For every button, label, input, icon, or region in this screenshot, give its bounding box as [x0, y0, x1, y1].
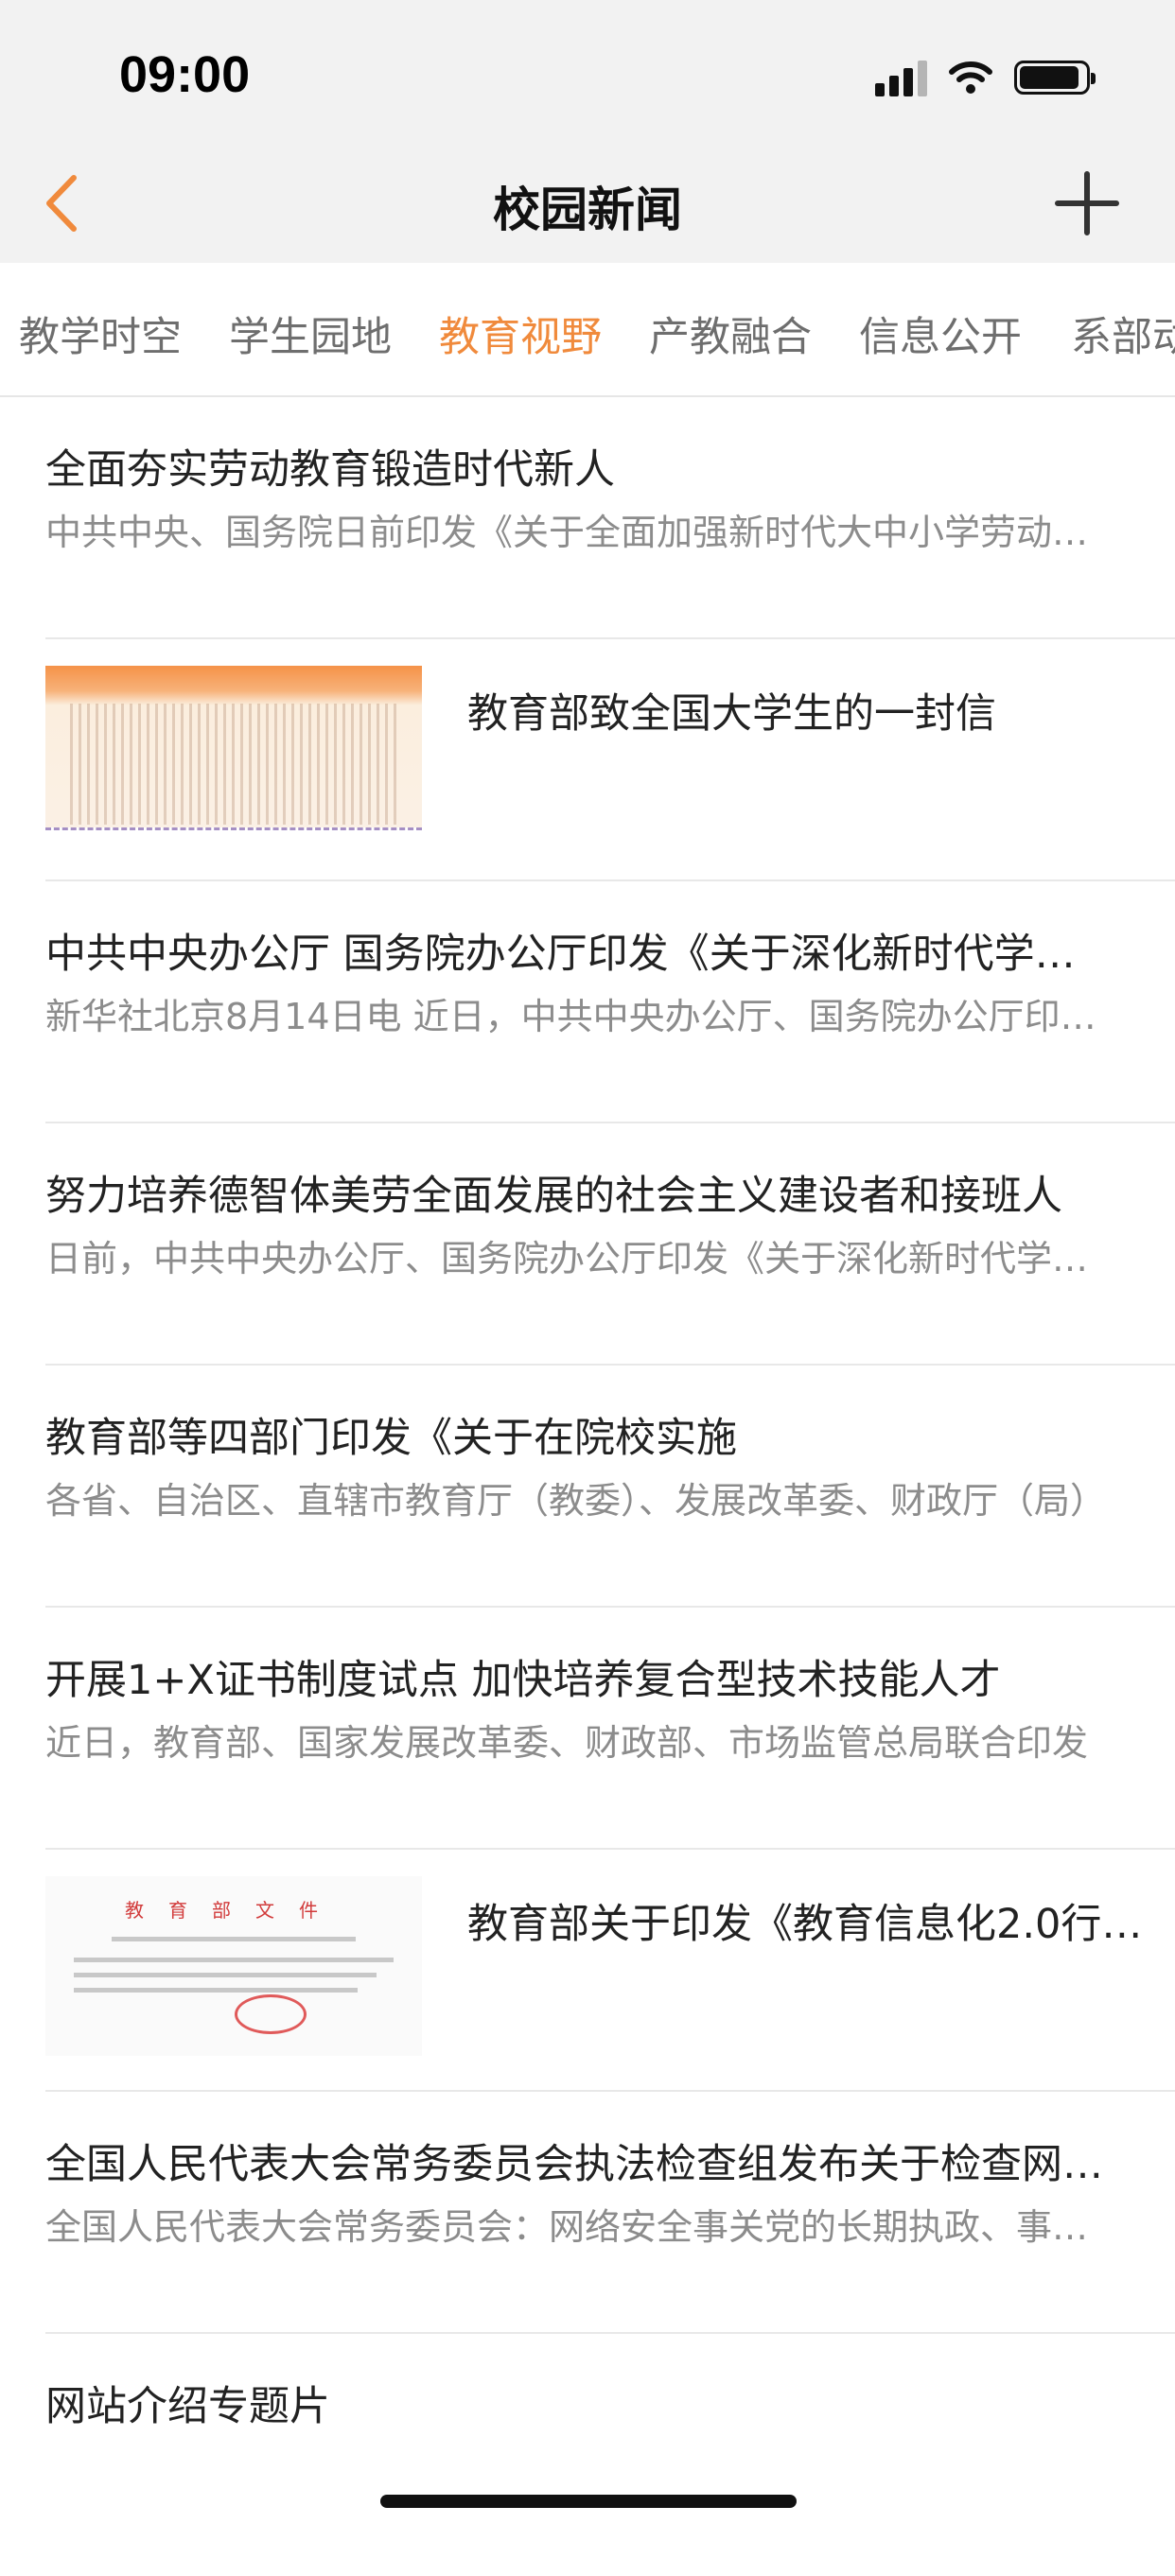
status-icons: [875, 57, 1096, 98]
tab-industry[interactable]: 产教融合: [649, 305, 812, 363]
add-button[interactable]: [1052, 168, 1122, 238]
news-item[interactable]: 全国人民代表大会常务委员会执法检查组发布关于检查网络安全法实施情况的报告 全国人…: [45, 2092, 1175, 2334]
news-item[interactable]: 教育部致全国大学生的一封信: [45, 639, 1175, 881]
battery-icon: [1014, 61, 1096, 95]
news-item[interactable]: 中共中央办公厅 国务院办公厅印发《关于深化新时代学校思想政治理论课改革创新的若干…: [45, 881, 1175, 1123]
cellular-signal-icon: [875, 59, 927, 96]
status-bar: 09:00: [0, 0, 1175, 151]
news-title: 网站介绍专题片: [45, 2383, 330, 2430]
home-indicator[interactable]: [380, 2495, 797, 2508]
news-summary: 近日，教育部、国家发展改革委、财政部、市场监管总局联合印发: [45, 1722, 1089, 1764]
plus-icon: [1055, 171, 1119, 235]
tab-department[interactable]: 系部动: [1071, 305, 1175, 363]
news-summary: 日前，中共中央办公厅、国务院办公厅印发《关于深化新时代学校思想政治理论课改革创新…: [45, 1238, 1113, 1279]
news-thumbnail: 教育部文件: [45, 1876, 422, 2056]
news-title: 努力培养德智体美劳全面发展的社会主义建设者和接班人: [45, 1173, 1062, 1220]
tab-student[interactable]: 学生园地: [229, 305, 392, 363]
news-item[interactable]: 教育部文件 教育部关于印发《教育信息化2.0行动计划》的通知: [45, 1850, 1175, 2092]
tab-education-vision[interactable]: 教育视野: [439, 305, 602, 363]
seal-icon: [235, 1994, 307, 2034]
news-title: 教育部致全国大学生的一封信: [467, 690, 996, 738]
news-title: 教育部等四部门印发《关于在院校实施: [45, 1415, 737, 1462]
page-title: 校园新闻: [493, 183, 682, 237]
tab-teaching[interactable]: 教学时空: [19, 305, 182, 363]
news-title: 开展1+X证书制度试点 加快培养复合型技术技能人才: [45, 1657, 1001, 1704]
news-item[interactable]: 努力培养德智体美劳全面发展的社会主义建设者和接班人 日前，中共中央办公厅、国务院…: [45, 1123, 1175, 1366]
news-item[interactable]: 网站介绍专题片: [45, 2334, 1175, 2576]
tab-info[interactable]: 信息公开: [859, 305, 1022, 363]
news-item[interactable]: 开展1+X证书制度试点 加快培养复合型技术技能人才 近日，教育部、国家发展改革委…: [45, 1608, 1175, 1850]
news-thumbnail: [45, 666, 422, 845]
news-summary: 中共中央、国务院日前印发《关于全面加强新时代大中小学劳动教育的意见》: [45, 512, 1113, 553]
news-summary: 全国人民代表大会常务委员会：网络安全事关党的长期执政、事关国家长治久安: [45, 2206, 1113, 2248]
doc-heading: 教育部文件: [125, 1899, 342, 1922]
news-title: 教育部关于印发《教育信息化2.0行动计划》的通知: [467, 1901, 1166, 1948]
news-summary: 各省、自治区、直辖市教育厅（教委）、发展改革委、财政厅（局）: [45, 1480, 1107, 1522]
wifi-icon: [949, 61, 992, 94]
news-title: 中共中央办公厅 国务院办公厅印发《关于深化新时代学校思想政治理论课改革创新的若干…: [45, 931, 1113, 978]
news-item[interactable]: 教育部等四部门印发《关于在院校实施 各省、自治区、直辖市教育厅（教委）、发展改革…: [45, 1366, 1175, 1608]
news-title: 全国人民代表大会常务委员会执法检查组发布关于检查网络安全法实施情况的报告: [45, 2141, 1113, 2188]
news-title: 全面夯实劳动教育锻造时代新人: [45, 446, 615, 494]
news-summary: 新华社北京8月14日电 近日，中共中央办公厅、国务院办公厅印发了: [45, 996, 1113, 1037]
status-time: 09:00: [119, 46, 251, 103]
news-item[interactable]: 全面夯实劳动教育锻造时代新人 中共中央、国务院日前印发《关于全面加强新时代大中小…: [45, 397, 1175, 639]
category-tabs: 教学时空 学生园地 教育视野 产教融合 信息公开 系部动: [0, 263, 1175, 397]
